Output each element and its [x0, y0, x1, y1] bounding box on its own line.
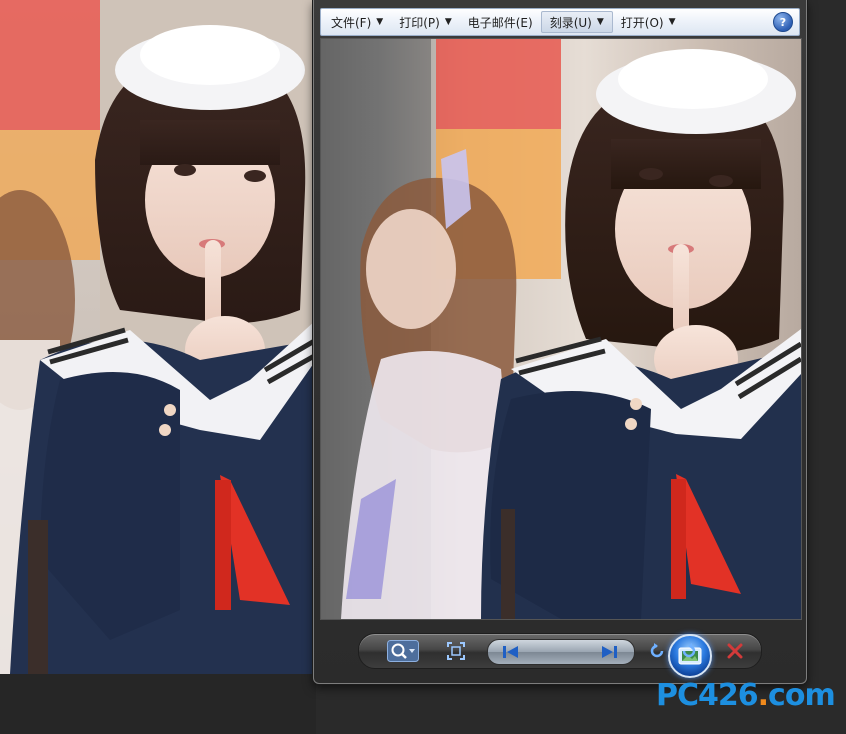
help-button[interactable]: ?	[773, 12, 793, 32]
menu-file-label: 文件(F)	[331, 15, 372, 30]
chevron-down-icon: ▼	[376, 17, 384, 27]
rotate-counterclockwise-icon	[650, 643, 664, 658]
menu-bar: 文件(F) ▼ 打印(P) ▼ 电子邮件(E) 刻录(U) ▼ 打开(O) ▼ …	[320, 8, 800, 36]
chevron-down-icon: ▼	[596, 17, 604, 27]
menu-email-label: 电子邮件(E)	[467, 15, 533, 30]
background-photo-art	[0, 0, 316, 674]
watermark-tail: com	[768, 678, 836, 713]
menu-burn-label: 刻录(U)	[549, 15, 592, 30]
displayed-photo-art	[321, 39, 801, 619]
menu-open[interactable]: 打开(O) ▼	[613, 11, 684, 33]
delete-icon	[727, 643, 743, 659]
magnifier-icon	[387, 640, 419, 662]
photo-viewer-window: 文件(F) ▼ 打印(P) ▼ 电子邮件(E) 刻录(U) ▼ 打开(O) ▼ …	[313, 0, 807, 684]
rotate-counterclockwise-button[interactable]	[645, 639, 669, 663]
delete-button[interactable]	[723, 639, 747, 663]
viewer-toolbar	[358, 633, 762, 678]
next-icon	[602, 646, 617, 658]
help-icon: ?	[779, 15, 787, 29]
chevron-down-icon: ▼	[444, 17, 452, 27]
next-button[interactable]	[594, 640, 624, 664]
rotate-clockwise-icon	[682, 643, 696, 658]
watermark-main: PC426	[656, 678, 759, 713]
menu-email[interactable]: 电子邮件(E)	[460, 11, 541, 33]
previous-icon	[503, 646, 518, 658]
menu-print[interactable]: 打印(P) ▼	[391, 11, 460, 33]
background-bottom	[0, 674, 316, 734]
actual-size-icon	[447, 642, 465, 660]
menu-file[interactable]: 文件(F) ▼	[323, 11, 391, 33]
site-watermark: PC426.com	[656, 678, 836, 713]
actual-size-button[interactable]	[443, 639, 469, 663]
previous-button[interactable]	[496, 640, 526, 664]
background-photo	[0, 0, 316, 674]
menu-open-label: 打开(O)	[620, 15, 664, 30]
rotate-clockwise-button[interactable]	[677, 639, 701, 663]
chevron-down-icon: ▼	[668, 17, 676, 27]
watermark-dot: .	[757, 678, 769, 713]
menu-burn[interactable]: 刻录(U) ▼	[540, 11, 613, 33]
menu-print-label: 打印(P)	[399, 15, 440, 30]
zoom-button[interactable]	[385, 639, 421, 663]
navigation-group	[487, 634, 712, 678]
displayed-photo	[320, 38, 802, 620]
